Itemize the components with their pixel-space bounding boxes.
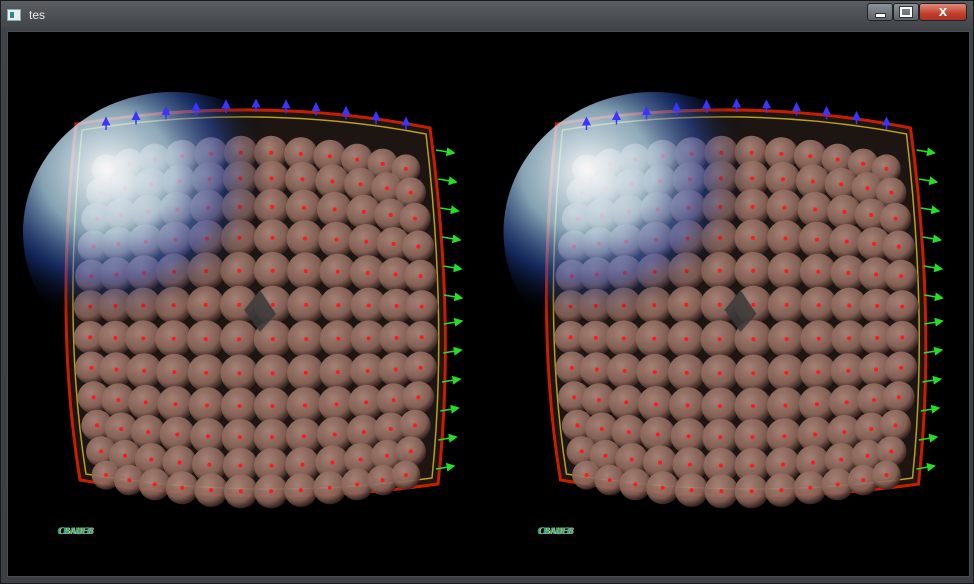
right-eye-view [503, 92, 944, 509]
title-bar[interactable]: tes X [1, 1, 973, 31]
left-eye-view [23, 92, 464, 509]
close-button[interactable]: X [919, 3, 967, 21]
stats-overlay-left: CBAUEB [57, 527, 95, 537]
stats-overlay-right: CBAUEB [537, 527, 575, 537]
app-window: tes X CBAUEB CBAUEB [0, 0, 974, 584]
app-icon [7, 9, 21, 21]
maximize-button[interactable] [893, 3, 919, 21]
minimize-button[interactable] [867, 3, 893, 21]
window-title: tes [29, 8, 46, 22]
render-viewport[interactable]: CBAUEB CBAUEB [7, 31, 970, 577]
